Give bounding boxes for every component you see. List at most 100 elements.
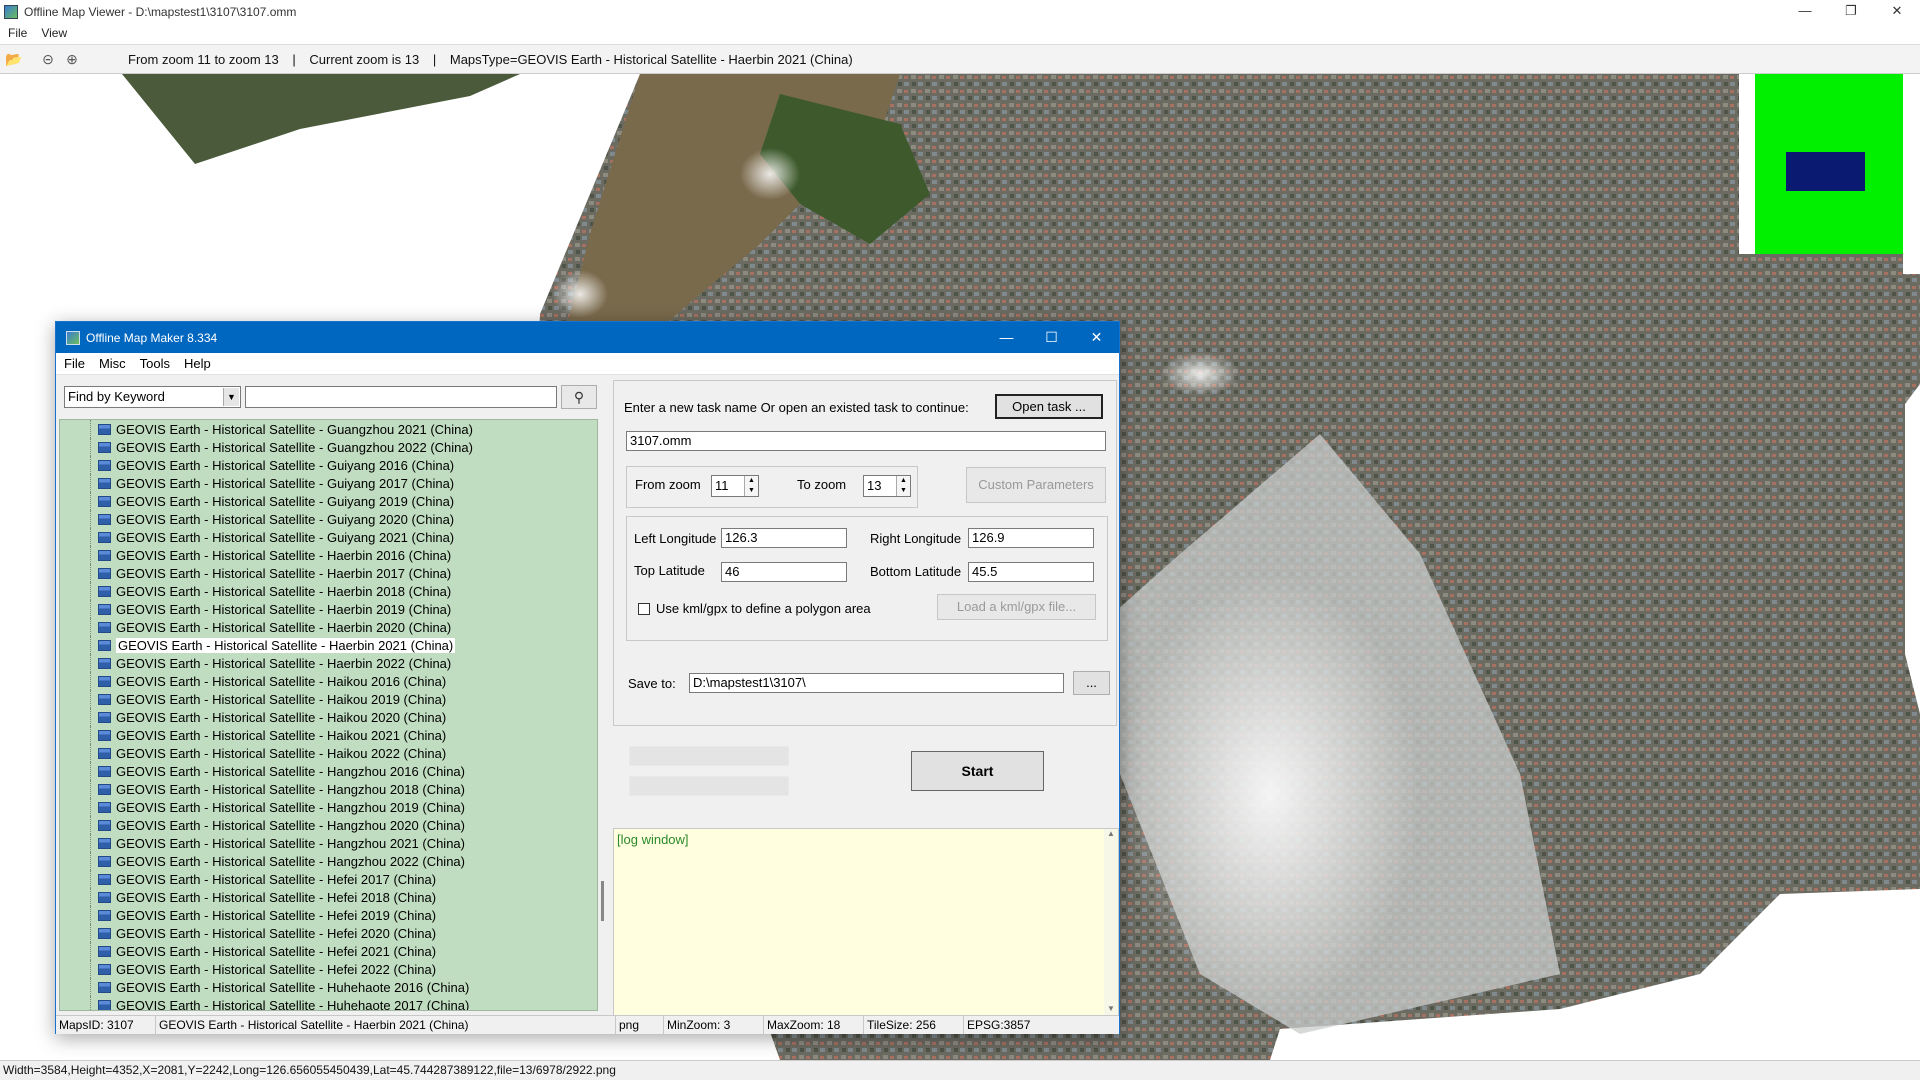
search-button[interactable]: ⚲ [561, 385, 597, 409]
tree-connector [60, 834, 92, 852]
dialog-titlebar: Offline Map Maker 8.334 — ☐ ✕ [56, 322, 1119, 353]
map-icon [98, 873, 111, 885]
task-settings-panel: Enter a new task name Or open an existed… [613, 380, 1117, 726]
tree-item-label: GEOVIS Earth - Historical Satellite - Gu… [116, 511, 455, 527]
tree-connector [60, 600, 92, 618]
tree-item[interactable]: GEOVIS Earth - Historical Satellite - He… [60, 960, 597, 978]
tree-item-label: GEOVIS Earth - Historical Satellite - Gu… [116, 421, 473, 437]
overview-minimap[interactable] [1739, 74, 1903, 254]
search-icon: ⚲ [573, 388, 585, 405]
open-folder-icon[interactable]: 📂 [4, 49, 24, 69]
tree-item[interactable]: GEOVIS Earth - Historical Satellite - Ha… [60, 636, 597, 654]
tree-item[interactable]: GEOVIS Earth - Historical Satellite - Ha… [60, 564, 597, 582]
map-icon [98, 747, 111, 759]
tree-item[interactable]: GEOVIS Earth - Historical Satellite - Gu… [60, 528, 597, 546]
tree-item[interactable]: GEOVIS Earth - Historical Satellite - Gu… [60, 492, 597, 510]
tree-item[interactable]: GEOVIS Earth - Historical Satellite - Ha… [60, 726, 597, 744]
tree-item[interactable]: GEOVIS Earth - Historical Satellite - Ha… [60, 600, 597, 618]
tree-item[interactable]: GEOVIS Earth - Historical Satellite - Ha… [60, 708, 597, 726]
scroll-down-icon[interactable]: ▼ [1104, 1004, 1118, 1013]
maximize-button[interactable]: ☐ [1029, 322, 1074, 353]
tree-connector [60, 870, 92, 888]
to-zoom-value: 13 [867, 478, 882, 493]
search-input[interactable] [245, 386, 557, 408]
map-icon [98, 783, 111, 795]
tree-item[interactable]: GEOVIS Earth - Historical Satellite - Ha… [60, 834, 597, 852]
tree-connector [60, 744, 92, 762]
close-button[interactable]: ✕ [1074, 322, 1119, 353]
close-button[interactable]: ✕ [1874, 0, 1920, 23]
top-latitude-input[interactable]: 46 [721, 562, 847, 582]
zoom-out-icon[interactable]: ⊝ [38, 49, 58, 69]
scroll-up-icon[interactable]: ▲ [1104, 829, 1118, 838]
custom-parameters-button[interactable]: Custom Parameters [966, 467, 1106, 503]
tree-item-label: GEOVIS Earth - Historical Satellite - Ha… [116, 655, 452, 671]
tree-item[interactable]: GEOVIS Earth - Historical Satellite - Ha… [60, 762, 597, 780]
map-maker-dialog: Offline Map Maker 8.334 — ☐ ✕ File Misc … [55, 321, 1120, 1034]
menu-file[interactable]: File [64, 356, 85, 371]
task-name-input[interactable]: 3107.omm [626, 431, 1106, 451]
tree-item[interactable]: GEOVIS Earth - Historical Satellite - Ha… [60, 780, 597, 798]
minimap-viewport[interactable] [1786, 152, 1865, 191]
zoom-in-icon[interactable]: ⊕ [62, 49, 82, 69]
viewer-titlebar: Offline Map Viewer - D:\mapstest1\3107\3… [0, 0, 1920, 23]
log-scrollbar[interactable]: ▲ ▼ [1104, 829, 1118, 1015]
tree-item[interactable]: GEOVIS Earth - Historical Satellite - Ha… [60, 672, 597, 690]
tree-item[interactable]: GEOVIS Earth - Historical Satellite - Ha… [60, 690, 597, 708]
restore-button[interactable]: ❐ [1828, 0, 1874, 23]
load-kml-button[interactable]: Load a kml/gpx file... [937, 594, 1096, 620]
tree-item[interactable]: GEOVIS Earth - Historical Satellite - Gu… [60, 456, 597, 474]
tree-item[interactable]: GEOVIS Earth - Historical Satellite - He… [60, 906, 597, 924]
save-to-input[interactable]: D:\mapstest1\3107\ [689, 673, 1064, 693]
tree-item-label: GEOVIS Earth - Historical Satellite - Ha… [116, 745, 447, 761]
to-zoom-spinner[interactable]: 13 ▲ ▼ [863, 475, 911, 497]
menu-file[interactable]: File [8, 26, 27, 40]
tree-item[interactable]: GEOVIS Earth - Historical Satellite - He… [60, 870, 597, 888]
tree-item[interactable]: GEOVIS Earth - Historical Satellite - He… [60, 924, 597, 942]
left-longitude-input[interactable]: 126.3 [721, 528, 847, 548]
tree-item[interactable]: GEOVIS Earth - Historical Satellite - Gu… [60, 420, 597, 438]
tree-item[interactable]: GEOVIS Earth - Historical Satellite - Ha… [60, 618, 597, 636]
tree-item[interactable]: GEOVIS Earth - Historical Satellite - He… [60, 888, 597, 906]
tree-item-label: GEOVIS Earth - Historical Satellite - Ha… [116, 583, 452, 599]
menu-help[interactable]: Help [184, 356, 211, 371]
minimize-button[interactable]: — [1782, 0, 1828, 23]
tree-connector [60, 528, 92, 546]
updown-arrows-icon[interactable]: ▲ ▼ [744, 476, 758, 496]
log-window[interactable]: [log window] ▲ ▼ [613, 828, 1119, 1016]
start-button[interactable]: Start [911, 751, 1044, 791]
task-prompt-label: Enter a new task name Or open an existed… [624, 400, 969, 415]
tree-item[interactable]: GEOVIS Earth - Historical Satellite - Gu… [60, 474, 597, 492]
menu-view[interactable]: View [41, 26, 67, 40]
bottom-latitude-input[interactable]: 45.5 [968, 562, 1094, 582]
tree-connector [60, 564, 92, 582]
tree-item[interactable]: GEOVIS Earth - Historical Satellite - Ha… [60, 744, 597, 762]
browse-folder-button[interactable]: ... [1073, 671, 1110, 695]
tree-item[interactable]: GEOVIS Earth - Historical Satellite - Ha… [60, 816, 597, 834]
tree-connector [60, 762, 92, 780]
menu-misc[interactable]: Misc [99, 356, 126, 371]
menu-tools[interactable]: Tools [140, 356, 170, 371]
tree-item[interactable]: GEOVIS Earth - Historical Satellite - Hu… [60, 996, 597, 1010]
tree-item[interactable]: GEOVIS Earth - Historical Satellite - Ha… [60, 546, 597, 564]
pane-splitter[interactable] [601, 881, 604, 921]
tree-item[interactable]: GEOVIS Earth - Historical Satellite - Gu… [60, 510, 597, 528]
tree-item[interactable]: GEOVIS Earth - Historical Satellite - Ha… [60, 654, 597, 672]
tree-item[interactable]: GEOVIS Earth - Historical Satellite - Ha… [60, 798, 597, 816]
tree-item[interactable]: GEOVIS Earth - Historical Satellite - Gu… [60, 438, 597, 456]
zoom-group: From zoom 11 ▲ ▼ To zoom 13 ▲ ▼ [626, 466, 918, 508]
map-icon [98, 459, 111, 471]
use-kml-checkbox[interactable] [638, 603, 650, 615]
right-longitude-input[interactable]: 126.9 [968, 528, 1094, 548]
find-mode-select[interactable]: Find by Keyword ▼ [64, 386, 241, 408]
tree-item-label: GEOVIS Earth - Historical Satellite - Hu… [116, 979, 470, 995]
open-task-button[interactable]: Open task ... [995, 394, 1103, 419]
tree-item[interactable]: GEOVIS Earth - Historical Satellite - He… [60, 942, 597, 960]
map-type-tree[interactable]: GEOVIS Earth - Historical Satellite - Gu… [59, 419, 598, 1011]
minimize-button[interactable]: — [984, 322, 1029, 353]
tree-item[interactable]: GEOVIS Earth - Historical Satellite - Ha… [60, 852, 597, 870]
from-zoom-spinner[interactable]: 11 ▲ ▼ [711, 475, 759, 497]
tree-item[interactable]: GEOVIS Earth - Historical Satellite - Ha… [60, 582, 597, 600]
tree-item[interactable]: GEOVIS Earth - Historical Satellite - Hu… [60, 978, 597, 996]
updown-arrows-icon[interactable]: ▲ ▼ [896, 476, 910, 496]
